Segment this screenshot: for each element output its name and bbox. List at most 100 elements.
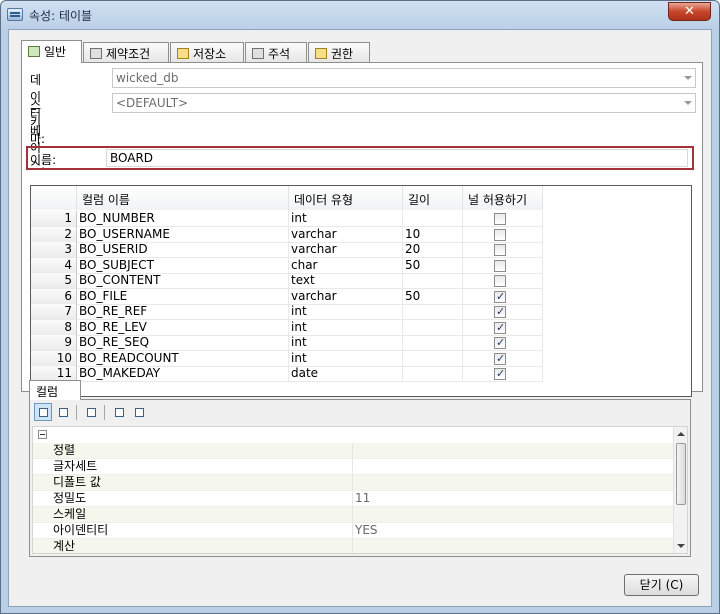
tab-column[interactable]: 컬럼 bbox=[29, 380, 81, 400]
expand-icon[interactable] bbox=[110, 403, 128, 421]
data-type-cell[interactable]: varchar bbox=[289, 242, 403, 258]
data-type-cell[interactable]: int bbox=[289, 350, 403, 367]
tab-constraints[interactable]: 제약조건 bbox=[83, 42, 169, 62]
length-cell[interactable] bbox=[403, 211, 463, 227]
column-name-cell[interactable]: BO_READCOUNT bbox=[77, 350, 289, 367]
tab-permissions[interactable]: 권한 bbox=[308, 42, 370, 62]
length-cell[interactable]: 50 bbox=[403, 257, 463, 274]
data-type-cell[interactable]: varchar bbox=[289, 288, 403, 305]
data-type-cell[interactable]: int bbox=[289, 211, 403, 227]
collapse-icon[interactable] bbox=[130, 403, 148, 421]
property-row[interactable]: 정렬 bbox=[33, 443, 673, 459]
row-number[interactable]: 5 bbox=[31, 273, 77, 289]
data-type-cell[interactable]: char bbox=[289, 257, 403, 274]
tab-general[interactable]: 일반 bbox=[21, 40, 82, 63]
property-value[interactable] bbox=[353, 539, 673, 553]
tab-storage[interactable]: 저장소 bbox=[170, 42, 244, 62]
scroll-thumb[interactable] bbox=[676, 443, 686, 505]
data-type-header[interactable]: 데이터 유형 bbox=[289, 186, 403, 210]
allow-null-checkbox[interactable] bbox=[494, 366, 506, 381]
scroll-down-icon[interactable] bbox=[677, 544, 685, 548]
row-number[interactable]: 4 bbox=[31, 257, 77, 274]
tab-comment[interactable]: 주석 bbox=[245, 42, 307, 62]
allow-null-checkbox[interactable] bbox=[494, 351, 506, 366]
allow-null-checkbox[interactable] bbox=[494, 289, 506, 304]
vertical-scrollbar[interactable] bbox=[673, 427, 687, 553]
table-row[interactable]: 9 BO_RE_SEQ int bbox=[31, 335, 543, 351]
table-row[interactable]: 6 BO_FILE varchar 50 bbox=[31, 288, 543, 305]
table-row[interactable]: 11 BO_MAKEDAY date bbox=[31, 366, 543, 382]
close-button[interactable]: 닫기 (C) bbox=[624, 574, 699, 596]
length-cell[interactable] bbox=[403, 273, 463, 289]
length-header[interactable]: 길이 bbox=[403, 186, 463, 210]
table-name-input[interactable]: BOARD bbox=[106, 149, 688, 167]
table-row[interactable]: 7 BO_RE_REF int bbox=[31, 304, 543, 320]
length-cell[interactable]: 20 bbox=[403, 242, 463, 258]
column-name-cell[interactable]: BO_FILE bbox=[77, 288, 289, 305]
allow-null-checkbox[interactable] bbox=[494, 228, 506, 241]
row-number[interactable]: 1 bbox=[31, 211, 77, 227]
column-name-cell[interactable]: BO_RE_SEQ bbox=[77, 335, 289, 351]
column-name-cell[interactable]: BO_RE_REF bbox=[77, 304, 289, 320]
allow-null-checkbox[interactable] bbox=[494, 213, 506, 225]
length-cell[interactable]: 50 bbox=[403, 288, 463, 305]
allow-null-checkbox[interactable] bbox=[494, 244, 506, 256]
database-select[interactable]: wicked_db bbox=[112, 68, 696, 88]
table-row[interactable]: 2 BO_USERNAME varchar 10 bbox=[31, 226, 543, 243]
category-row[interactable] bbox=[33, 427, 673, 443]
length-cell[interactable] bbox=[403, 319, 463, 336]
column-name-cell[interactable]: BO_NUMBER bbox=[77, 211, 289, 227]
property-row[interactable]: 정밀도 11 bbox=[33, 491, 673, 507]
schema-select[interactable]: <DEFAULT> bbox=[112, 93, 696, 113]
property-row[interactable]: 계산 bbox=[33, 539, 673, 553]
length-cell[interactable] bbox=[403, 304, 463, 320]
row-number[interactable]: 8 bbox=[31, 319, 77, 336]
collapse-toggle-icon[interactable] bbox=[38, 430, 47, 439]
table-row[interactable]: 4 BO_SUBJECT char 50 bbox=[31, 257, 543, 274]
table-row[interactable]: 1 BO_NUMBER int bbox=[31, 211, 543, 227]
column-name-cell[interactable]: BO_RE_LEV bbox=[77, 319, 289, 336]
data-type-cell[interactable]: int bbox=[289, 319, 403, 336]
table-row[interactable]: 8 BO_RE_LEV int bbox=[31, 319, 543, 336]
row-number[interactable]: 10 bbox=[31, 350, 77, 367]
chevron-down-icon[interactable] bbox=[684, 101, 692, 105]
data-type-cell[interactable]: int bbox=[289, 335, 403, 351]
property-value[interactable]: YES bbox=[353, 523, 673, 539]
categorized-icon[interactable] bbox=[34, 403, 52, 421]
property-value[interactable] bbox=[353, 459, 673, 475]
column-name-cell[interactable]: BO_MAKEDAY bbox=[77, 366, 289, 382]
allow-null-checkbox[interactable] bbox=[494, 304, 506, 319]
allow-null-checkbox[interactable] bbox=[494, 335, 506, 350]
chevron-down-icon[interactable] bbox=[684, 76, 692, 80]
table-row[interactable]: 10 BO_READCOUNT int bbox=[31, 350, 543, 367]
property-value[interactable] bbox=[353, 507, 673, 523]
property-pages-icon[interactable] bbox=[82, 403, 100, 421]
row-number[interactable]: 6 bbox=[31, 288, 77, 305]
allow-null-checkbox[interactable] bbox=[494, 259, 506, 272]
length-cell[interactable] bbox=[403, 350, 463, 367]
property-row[interactable]: 아이덴티티 YES bbox=[33, 523, 673, 539]
column-name-header[interactable]: 컬럼 이름 bbox=[77, 186, 289, 210]
row-number[interactable]: 7 bbox=[31, 304, 77, 320]
data-type-cell[interactable]: text bbox=[289, 273, 403, 289]
table-row[interactable]: 5 BO_CONTENT text bbox=[31, 273, 543, 289]
data-type-cell[interactable]: date bbox=[289, 366, 403, 382]
length-cell[interactable]: 10 bbox=[403, 226, 463, 243]
length-cell[interactable] bbox=[403, 335, 463, 351]
property-row[interactable]: 스케일 bbox=[33, 507, 673, 523]
property-row[interactable]: 글자세트 bbox=[33, 459, 673, 475]
property-row[interactable]: 디폴트 값 bbox=[33, 475, 673, 491]
allow-null-checkbox[interactable] bbox=[494, 275, 506, 287]
window-close-button[interactable]: ✕ bbox=[668, 2, 711, 21]
data-type-cell[interactable]: int bbox=[289, 304, 403, 320]
allow-null-checkbox[interactable] bbox=[494, 320, 506, 335]
property-value[interactable] bbox=[353, 475, 673, 491]
title-bar[interactable]: 속성: 테이블 ✕ bbox=[1, 1, 719, 29]
table-row[interactable]: 3 BO_USERID varchar 20 bbox=[31, 242, 543, 258]
row-number[interactable]: 9 bbox=[31, 335, 77, 351]
allow-null-header[interactable]: 널 허용하기 bbox=[463, 186, 543, 210]
property-value[interactable] bbox=[353, 443, 673, 459]
scroll-up-icon[interactable] bbox=[677, 432, 685, 436]
property-value[interactable]: 11 bbox=[353, 491, 673, 507]
column-name-cell[interactable]: BO_USERID bbox=[77, 242, 289, 258]
